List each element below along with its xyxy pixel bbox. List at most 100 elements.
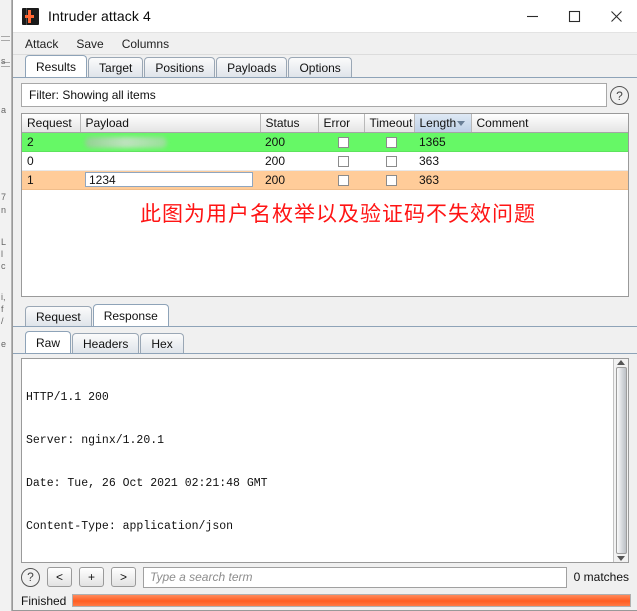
response-line: Content-Type: application/json (26, 520, 234, 534)
maximize-icon[interactable] (553, 0, 595, 33)
status-label: Finished (21, 593, 67, 608)
view-tab-bar: Raw Headers Hex (13, 331, 637, 354)
tab-target[interactable]: Target (88, 57, 144, 77)
scroll-up-icon[interactable] (617, 360, 625, 365)
column-header-payload[interactable]: Payload (80, 114, 261, 133)
menu-attack[interactable]: Attack (23, 36, 60, 52)
cell-comment[interactable] (471, 132, 628, 152)
tab-options[interactable]: Options (288, 57, 352, 77)
column-header-length[interactable]: Length (414, 114, 472, 133)
cell-timeout[interactable] (364, 151, 414, 171)
response-viewer[interactable]: HTTP/1.1 200 Server: nginx/1.20.1 Date: … (21, 358, 629, 563)
cell-comment[interactable] (471, 151, 628, 171)
tab-payloads[interactable]: Payloads (216, 57, 288, 77)
timeout-checkbox[interactable] (386, 136, 397, 148)
bg-fragment: e (1, 339, 7, 349)
timeout-checkbox[interactable] (386, 174, 397, 186)
column-header-request[interactable]: Request (22, 114, 81, 133)
background-window[interactable]: s a 7 n L l c i, f / e (0, 0, 12, 611)
search-matches-count: 0 matches (573, 570, 629, 584)
cell-payload[interactable] (80, 151, 260, 171)
cell-request: 2 (22, 132, 80, 152)
search-input[interactable]: Type a search term (143, 566, 567, 588)
payload-value[interactable]: 1234 (85, 172, 253, 187)
error-checkbox[interactable] (338, 174, 349, 186)
title-bar[interactable]: Intruder attack 4 (13, 0, 637, 33)
cell-error[interactable] (318, 170, 364, 190)
bg-fragment: 7 (1, 192, 7, 202)
response-scrollbar[interactable] (613, 359, 628, 562)
response-text[interactable]: HTTP/1.1 200 Server: nginx/1.20.1 Date: … (22, 359, 613, 562)
cell-length: 363 (414, 151, 471, 171)
filter-help-icon[interactable]: ? (610, 86, 629, 105)
cell-error[interactable] (318, 132, 364, 152)
tab-request[interactable]: Request (25, 306, 92, 326)
message-tab-bar: Request Response (13, 304, 637, 327)
tab-positions[interactable]: Positions (144, 57, 216, 77)
bg-fragment: s (1, 56, 6, 66)
bg-fragment: L (1, 237, 7, 247)
tab-response[interactable]: Response (92, 304, 169, 326)
tab-hex[interactable]: Hex (140, 333, 184, 353)
error-checkbox[interactable] (338, 136, 349, 148)
tab-headers[interactable]: Headers (72, 333, 140, 353)
sort-descending-icon (456, 121, 465, 126)
cell-timeout[interactable] (364, 132, 414, 152)
tab-raw[interactable]: Raw (25, 331, 72, 353)
cell-request: 0 (22, 151, 80, 171)
cell-length: 363 (414, 170, 471, 190)
table-row[interactable]: 1 1234 200 363 (22, 170, 628, 190)
table-row[interactable]: 2 200 1365 (22, 132, 628, 152)
annotation-text: 此图为用户名枚举以及验证码不失效问题 (140, 202, 536, 226)
cell-error[interactable] (318, 151, 364, 171)
bg-fragment: l (1, 249, 3, 259)
column-header-error[interactable]: Error (318, 114, 365, 133)
column-header-length-label: Length (419, 115, 457, 130)
cell-status: 200 (260, 132, 318, 152)
bg-fragment: i, (1, 292, 6, 302)
filter-bar[interactable]: Filter: Showing all items ? (21, 83, 629, 107)
search-placeholder: Type a search term (150, 570, 253, 584)
table-row[interactable]: 0 200 363 (22, 151, 628, 171)
filter-label: Filter: Showing all items (29, 88, 156, 102)
cell-status: 200 (260, 170, 318, 190)
progress-fill (73, 595, 630, 606)
search-prev-button[interactable]: < (47, 567, 72, 587)
timeout-checkbox[interactable] (386, 155, 397, 167)
search-bar: ? < + > Type a search term 0 matches (13, 563, 637, 591)
cell-request: 1 (22, 170, 80, 190)
close-icon[interactable] (595, 0, 637, 33)
response-line: Date: Tue, 26 Oct 2021 02:21:48 GMT (26, 477, 268, 491)
cell-payload[interactable] (80, 132, 260, 152)
bg-fragment: / (1, 316, 4, 326)
column-header-comment[interactable]: Comment (471, 114, 628, 133)
cell-timeout[interactable] (364, 170, 414, 190)
cell-comment[interactable] (471, 170, 628, 190)
tab-results[interactable]: Results (25, 55, 88, 77)
search-help-icon[interactable]: ? (21, 567, 40, 587)
main-tab-bar: Results Target Positions Payloads Option… (13, 55, 637, 78)
menu-save[interactable]: Save (74, 36, 105, 52)
column-header-status[interactable]: Status (260, 114, 319, 133)
status-bar: Finished (13, 591, 637, 610)
bg-fragment: a (1, 105, 7, 115)
screen: s a 7 n L l c i, f / e Intruder attack 4 (0, 0, 637, 611)
menu-columns[interactable]: Columns (120, 36, 171, 52)
search-next-button[interactable]: > (111, 567, 136, 587)
scroll-down-icon[interactable] (617, 556, 625, 561)
response-line: HTTP/1.1 200 (26, 390, 109, 404)
cell-payload[interactable]: 1234 (80, 170, 260, 190)
redacted-payload (85, 136, 167, 148)
minimize-icon[interactable] (511, 0, 553, 33)
menu-bar: Attack Save Columns (13, 33, 637, 55)
bg-fragment: f (1, 304, 4, 314)
cell-status: 200 (260, 151, 318, 171)
bg-fragment: n (1, 205, 7, 215)
window-title: Intruder attack 4 (48, 8, 151, 24)
search-add-button[interactable]: + (79, 567, 104, 587)
scrollbar-thumb[interactable] (615, 367, 627, 554)
table-header-row: Request Payload Status Error Timeout Len… (22, 114, 628, 133)
column-header-timeout[interactable]: Timeout (364, 114, 415, 133)
progress-bar (72, 594, 631, 607)
error-checkbox[interactable] (338, 155, 349, 167)
